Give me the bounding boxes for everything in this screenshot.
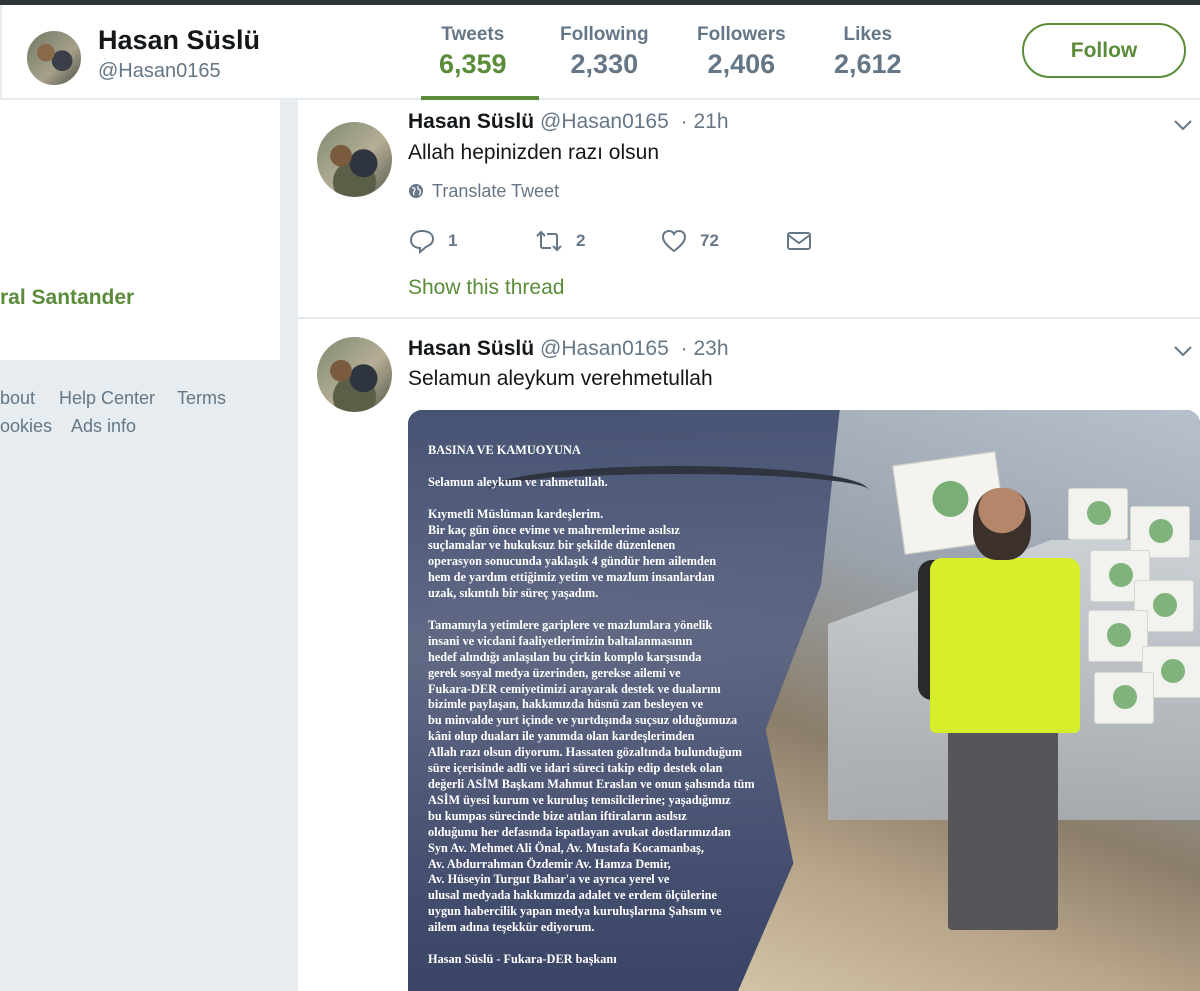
- stat-tweets[interactable]: Tweets 6,359: [439, 24, 507, 80]
- chevron-down-icon[interactable]: [1172, 114, 1194, 136]
- profile-nav-bar: Hasan Süslü @Hasan0165 Tweets 6,359 Foll…: [2, 5, 1200, 100]
- globe-icon: [409, 184, 423, 198]
- stat-value: 2,612: [834, 49, 902, 79]
- retweet-button[interactable]: 2: [534, 228, 585, 256]
- letter-paragraph: Kıymetli Müslüman kardeşlerim. Bir kaç g…: [428, 506, 717, 601]
- tweet-image[interactable]: BASINA VE KAMUOYUNA Selamun aleykum ve r…: [408, 410, 1200, 991]
- letter-paragraph: Tamamıyla yetimlere gariplere ve mazluml…: [428, 617, 755, 935]
- like-count: 72: [700, 231, 719, 250]
- reply-count: 1: [448, 231, 458, 250]
- follow-button[interactable]: Follow: [1022, 23, 1186, 78]
- image-aid-box: [1088, 610, 1148, 662]
- stat-label: Followers: [697, 24, 786, 45]
- tweet-header: Hasan Süslü @Hasan0165 · 21h: [408, 110, 729, 134]
- image-aid-box: [1094, 672, 1154, 724]
- letter-greeting: Selamun aleykum ve rahmetullah.: [428, 474, 608, 489]
- image-worker-vest: [930, 558, 1080, 733]
- reply-button[interactable]: 1: [408, 228, 457, 256]
- tweet-actions: 1 2 72: [408, 228, 828, 258]
- tweet-header: Hasan Süslü @Hasan0165 · 23h: [408, 337, 729, 361]
- stat-value: 2,406: [707, 49, 776, 79]
- footer-link-about[interactable]: bout: [0, 388, 35, 409]
- profile-handle[interactable]: @Hasan0165: [98, 60, 221, 83]
- stat-label: Likes: [843, 24, 893, 45]
- letter-heading: BASINA VE KAMUOYUNA: [428, 443, 581, 457]
- chevron-down-icon[interactable]: [1172, 340, 1194, 362]
- translate-tweet-link[interactable]: Translate Tweet: [408, 181, 559, 202]
- image-letter-text: BASINA VE KAMUOYUNA Selamun aleykum ve r…: [428, 443, 818, 984]
- sidebar-card: ral Santander: [0, 100, 280, 360]
- translate-label: Translate Tweet: [432, 181, 560, 201]
- show-thread-link[interactable]: Show this thread: [408, 276, 564, 300]
- stat-value: 6,359: [439, 49, 507, 79]
- tweet-author-handle[interactable]: @Hasan0165: [540, 337, 669, 360]
- tweet-avatar[interactable]: [317, 122, 392, 197]
- tweet[interactable]: Hasan Süslü @Hasan0165 · 23h Selamun aley…: [298, 319, 1200, 991]
- tweet-timestamp[interactable]: · 21h: [681, 110, 729, 133]
- direct-message-button[interactable]: [786, 228, 812, 256]
- stat-label: Tweets: [441, 24, 505, 45]
- image-worker-head: [973, 488, 1031, 560]
- image-worker-legs: [948, 730, 1058, 930]
- retweet-count: 2: [576, 231, 586, 250]
- like-button[interactable]: 72: [660, 228, 719, 256]
- tweet[interactable]: Hasan Süslü @Hasan0165 · 21h Allah hepini…: [298, 100, 1200, 318]
- tweet-timestamp[interactable]: · 23h: [681, 337, 729, 360]
- letter-signature: Hasan Süslü - Fukara-DER başkanı: [428, 951, 617, 966]
- footer-link-ads-info[interactable]: Ads info: [71, 416, 136, 437]
- stat-likes[interactable]: Likes 2,612: [834, 24, 902, 80]
- message-icon: [787, 232, 811, 250]
- stat-followers[interactable]: Followers 2,406: [697, 24, 786, 80]
- tweet-timeline: Hasan Süslü @Hasan0165 · 21h Allah hepini…: [298, 100, 1200, 991]
- footer-link-terms[interactable]: Terms: [177, 388, 226, 409]
- tweet-avatar[interactable]: [317, 337, 392, 412]
- stat-following[interactable]: Following 2,330: [560, 24, 649, 80]
- tweet-text: Selamun aleykum verehmetullah: [408, 367, 713, 390]
- profile-name[interactable]: Hasan Süslü: [98, 25, 260, 56]
- tweet-author-name[interactable]: Hasan Süslü: [408, 110, 534, 133]
- footer-link-help-center[interactable]: Help Center: [59, 388, 155, 409]
- tweet-text: Allah hepinizden razı olsun: [408, 141, 659, 164]
- retweet-icon: [536, 230, 562, 252]
- tweet-author-handle[interactable]: @Hasan0165: [540, 110, 669, 133]
- footer-link-cookies[interactable]: ookies: [0, 416, 52, 437]
- profile-avatar[interactable]: [25, 29, 83, 87]
- sidebar-promo-link[interactable]: ral Santander: [0, 286, 134, 310]
- stat-value: 2,330: [570, 49, 639, 79]
- like-icon: [661, 229, 687, 253]
- stat-label: Following: [560, 24, 649, 45]
- reply-icon: [409, 229, 435, 255]
- tweet-author-name[interactable]: Hasan Süslü: [408, 337, 534, 360]
- image-aid-box: [1068, 488, 1128, 540]
